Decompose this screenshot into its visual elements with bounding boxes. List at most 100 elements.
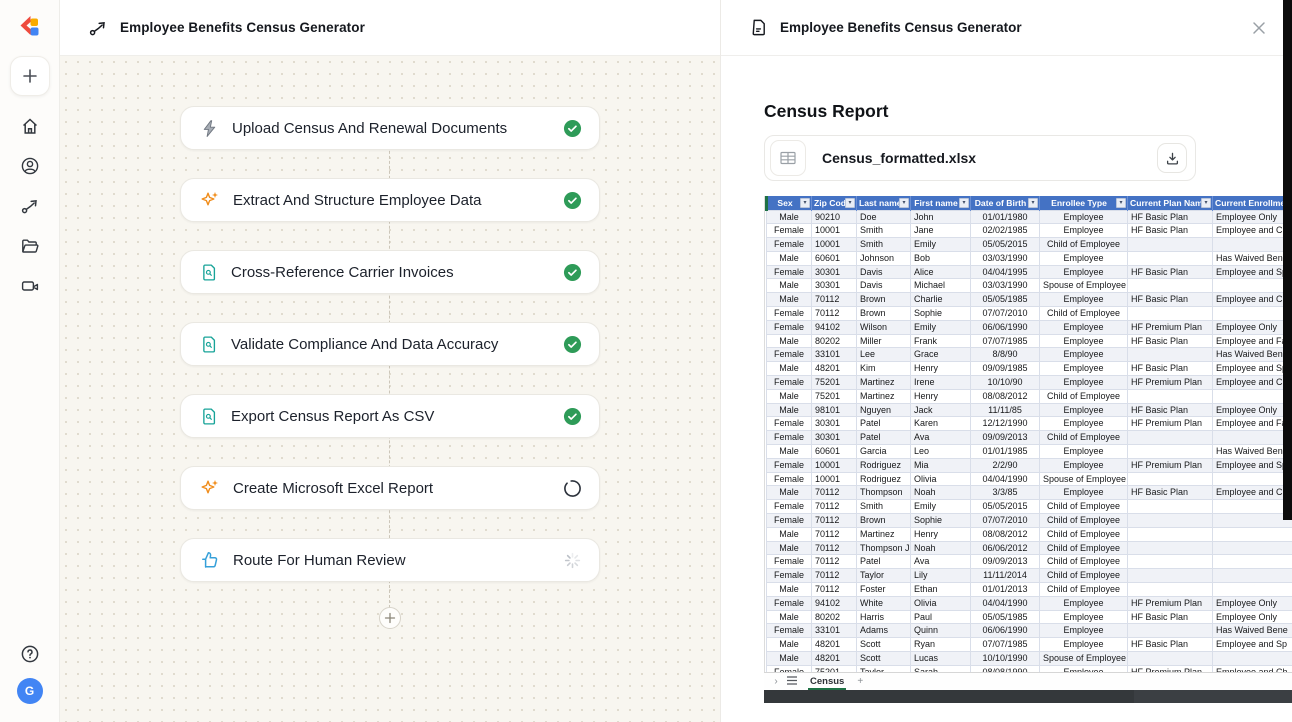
filter-dropdown-icon[interactable]: ▾	[845, 198, 855, 208]
workflow-title: Employee Benefits Census Generator	[120, 20, 365, 35]
table-cell: Foster	[856, 582, 911, 597]
sidebar-item-recordings[interactable]	[10, 266, 50, 306]
workflow-step-card[interactable]: Create Microsoft Excel Report	[180, 466, 600, 510]
filter-dropdown-icon[interactable]: ▾	[959, 198, 969, 208]
table-cell: Female	[766, 319, 812, 335]
download-button[interactable]	[1157, 143, 1187, 173]
table-cell: 98101	[811, 402, 857, 418]
sidebar-item-workflows[interactable]	[10, 186, 50, 226]
table-cell	[1127, 540, 1213, 556]
table-cell: Emily	[910, 319, 971, 335]
workflow-canvas[interactable]: Upload Census And Renewal Documents Extra…	[60, 56, 720, 722]
file-thumbnail	[770, 140, 806, 176]
step-label: Extract And Structure Employee Data	[233, 191, 482, 209]
table-cell: Ethan	[910, 582, 971, 597]
table-cell	[1127, 278, 1213, 294]
close-panel-button[interactable]	[1246, 15, 1272, 41]
table-cell: Paul	[910, 609, 971, 625]
sheet-menu-icon[interactable]	[784, 675, 800, 688]
table-cell: Female	[766, 430, 812, 446]
table-cell: Davis	[856, 278, 911, 294]
sidebar-item-profile[interactable]	[10, 146, 50, 186]
sidebar-item-home[interactable]	[10, 106, 50, 146]
table-cell: Garcia	[856, 444, 911, 459]
table-cell: Irene	[910, 375, 971, 390]
column-header: Last name ▾	[856, 196, 911, 210]
sheet-horizontal-scrollbar[interactable]	[764, 690, 1292, 703]
table-cell: Male	[766, 540, 812, 556]
table-cell: Female	[766, 623, 812, 639]
table-cell: Employee and Ch	[1212, 485, 1292, 501]
table-cell: Spouse of Employee	[1039, 651, 1128, 666]
table-cell	[1127, 623, 1213, 639]
table-cell: Male	[766, 209, 812, 225]
workflow-step-card[interactable]: Validate Compliance And Data Accuracy	[180, 322, 600, 366]
table-row: Female 33101 Adams Quinn 06/06/1990 Employee H…	[766, 623, 1292, 639]
table-cell: Thompson Jr.	[856, 540, 911, 556]
step-status-done	[563, 263, 582, 282]
add-step-button[interactable]	[379, 607, 401, 629]
table-cell	[1212, 582, 1292, 597]
workflow-step-card[interactable]: Upload Census And Renewal Documents	[180, 106, 600, 150]
column-header: Zip Code ▾	[811, 196, 857, 210]
panel-vertical-scrollbar[interactable]	[1283, 0, 1292, 520]
filter-dropdown-icon[interactable]: ▾	[800, 198, 810, 208]
table-row: Male 75201 Martinez Henry 08/08/2012 Child of…	[766, 388, 1292, 404]
table-cell: Employee and Sp	[1212, 457, 1292, 473]
table-cell: Child of Employee	[1039, 388, 1128, 404]
filter-dropdown-icon[interactable]: ▾	[1028, 198, 1038, 208]
workflow-step-card[interactable]: Extract And Structure Employee Data	[180, 178, 600, 222]
table-cell	[1127, 651, 1213, 666]
sidebar-item-files[interactable]	[10, 226, 50, 266]
spinner-icon	[564, 552, 581, 568]
filter-dropdown-icon[interactable]: ▾	[1116, 198, 1126, 208]
add-sheet-button[interactable]: +	[852, 676, 868, 687]
table-cell: Ava	[910, 430, 971, 446]
home-icon	[22, 118, 37, 134]
table-cell: Adams	[856, 623, 911, 639]
file-card[interactable]: Census_formatted.xlsx	[764, 135, 1196, 181]
table-cell	[1127, 237, 1213, 252]
scrollbar-thumb[interactable]	[764, 690, 1135, 703]
avatar[interactable]: G	[16, 678, 43, 704]
workflow-step-card[interactable]: Export Census Report As CSV	[180, 394, 600, 438]
table-cell: 07/07/2010	[970, 513, 1040, 528]
table-cell: Wilson	[856, 319, 911, 335]
app-logo-icon[interactable]	[17, 14, 43, 40]
table-cell: Male	[766, 250, 812, 266]
table-cell: 75201	[811, 388, 857, 404]
table-row: Female 30301 Patel Karen 12/12/1990 Employee H…	[766, 416, 1292, 432]
table-cell: 03/03/1990	[970, 250, 1040, 266]
filter-dropdown-icon[interactable]: ▾	[899, 198, 909, 208]
workflow-step-card[interactable]: Cross-Reference Carrier Invoices	[180, 250, 600, 294]
table-cell: Jack	[910, 402, 971, 418]
table-cell: 30301	[811, 264, 857, 280]
help-button[interactable]	[10, 634, 50, 674]
table-cell: 10/10/1990	[970, 651, 1040, 666]
table-cell: Employee	[1039, 637, 1128, 652]
table-cell: 70112	[811, 485, 857, 501]
filter-dropdown-icon[interactable]: ▾	[1201, 198, 1211, 208]
table-cell: Thompson	[856, 485, 911, 501]
table-cell: HF Basic Plan	[1127, 209, 1213, 225]
table-row: Female 30301 Davis Alice 04/04/1995 Employee H…	[766, 264, 1292, 280]
sheet-nav-chevron[interactable]: ›	[768, 676, 784, 687]
table-cell: 30301	[811, 416, 857, 432]
table-cell: Male	[766, 651, 812, 666]
table-cell: 05/05/2015	[970, 499, 1040, 515]
table-cell: 8/8/90	[970, 347, 1040, 363]
table-cell: Lily	[910, 568, 971, 584]
lightning-icon	[203, 119, 216, 137]
new-workflow-button[interactable]	[9, 56, 50, 96]
sheet-tab-census[interactable]: Census	[808, 674, 847, 690]
table-cell: 05/05/2015	[970, 237, 1040, 252]
table-cell: 02/02/1985	[970, 223, 1040, 239]
table-row: Male 70112 Brown Charlie 05/05/1985 Employee H…	[766, 292, 1292, 308]
table-cell: 08/08/2012	[970, 388, 1040, 404]
workflow-step-card[interactable]: Route For Human Review	[180, 538, 600, 582]
table-row: Female 75201 Martinez Irene 10/10/90 Employee…	[766, 375, 1292, 390]
table-cell: Patel	[856, 430, 911, 446]
column-header: Date of Birth ▾	[970, 196, 1040, 210]
table-cell: Female	[766, 264, 812, 280]
table-cell: Taylor	[856, 664, 911, 672]
